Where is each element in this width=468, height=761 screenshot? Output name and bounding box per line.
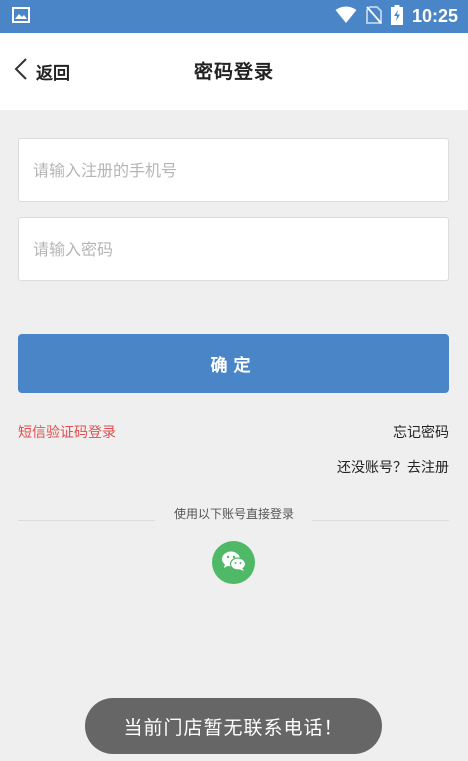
phone-field-container [18, 138, 449, 202]
wechat-login-button[interactable] [212, 541, 255, 584]
status-icons: 10:25 [335, 4, 458, 29]
battery-charging-icon [390, 4, 403, 29]
nav-bar: 返回 密码登录 [0, 33, 468, 110]
confirm-button[interactable]: 确定 [18, 334, 449, 393]
register-link[interactable]: 还没账号？去注册 [337, 457, 449, 477]
wifi-icon [335, 6, 357, 28]
sms-login-link[interactable]: 短信验证码登录 [18, 422, 116, 442]
page-title: 密码登录 [193, 61, 274, 83]
divider-right [312, 520, 449, 521]
toast-message: 当前门店暂无联系电话！ [85, 698, 382, 754]
wechat-icon [221, 550, 247, 576]
gallery-icon [12, 6, 30, 27]
toast-text: 当前门店暂无联系电话！ [123, 716, 344, 739]
password-field-container [18, 217, 449, 281]
phone-input[interactable] [19, 139, 448, 201]
status-bar: 10:25 [0, 0, 468, 33]
clock: 10:25 [411, 6, 458, 26]
forgot-password-link[interactable]: 忘记密码 [393, 422, 449, 442]
no-sim-icon [366, 5, 382, 28]
password-input[interactable] [19, 218, 448, 280]
